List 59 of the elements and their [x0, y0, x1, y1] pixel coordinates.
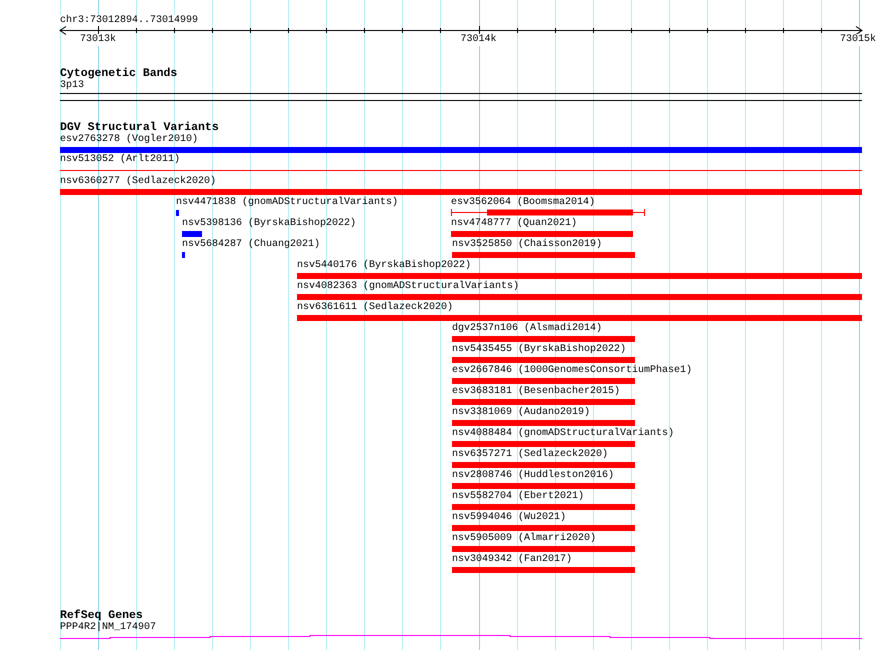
- variant-label: nsv5994046 (Wu2021): [452, 512, 566, 524]
- variant-label: nsv4088484 (gnomADStructuralVariants): [452, 428, 674, 440]
- track-title: DGV Structural Variants: [60, 121, 219, 134]
- variant-bar[interactable]: [452, 483, 635, 489]
- variant-label: nsv4471838 (gnomADStructuralVariants): [176, 197, 398, 209]
- variant-bar[interactable]: [452, 336, 635, 342]
- variant-label: nsv2808746 (Huddleston2016): [452, 470, 614, 482]
- track-title: RefSeq Genes: [60, 609, 143, 622]
- variant-bar[interactable]: [60, 147, 862, 153]
- variant-label: nsv5905009 (Almarri2020): [452, 533, 596, 545]
- variant-label: nsv3525850 (Chaisson2019): [452, 239, 602, 251]
- variant-label: nsv3381069 (Audano2019): [452, 407, 590, 419]
- variant-label: nsv5582704 (Ebert2021): [452, 491, 584, 503]
- variant-label: nsv6360277 (Sedlazeck2020): [60, 176, 216, 188]
- variant-bar[interactable]: [452, 378, 635, 384]
- band-line[interactable]: [60, 93, 862, 94]
- variant-bar[interactable]: [60, 189, 862, 195]
- variant-bar[interactable]: [182, 252, 185, 258]
- variant-label: esv3683181 (Besenbacher2015): [452, 386, 620, 398]
- gene-label: PPP4R2|NM_174907: [60, 622, 156, 634]
- gene-model-drawing[interactable]: [60, 635, 862, 639]
- ruler-tick-label: 73013k: [80, 34, 116, 46]
- variant-bar[interactable]: [297, 315, 862, 321]
- variant-label: nsv5398136 (ByrskaBishop2022): [182, 218, 356, 230]
- variant-label: nsv513052 (Arlt2011): [60, 154, 180, 166]
- variant-label: dgv2537n106 (Alsmadi2014): [452, 323, 602, 335]
- variant-line[interactable]: [60, 170, 862, 171]
- variant-bar[interactable]: [452, 399, 635, 405]
- variant-label: nsv4748777 (Quan2021): [451, 218, 578, 230]
- ruler-tick-label: 73014k: [460, 34, 497, 46]
- variant-label: nsv3049342 (Fan2017): [452, 554, 572, 566]
- variant-bar[interactable]: [452, 441, 635, 447]
- variant-label: esv2763278 (Vogler2010): [60, 134, 198, 146]
- ruler-tick-label: 73015k: [840, 34, 876, 46]
- variant-bar[interactable]: [182, 231, 202, 237]
- variant-bar[interactable]: [176, 210, 179, 216]
- variant-bar-with-whiskers[interactable]: [451, 209, 645, 216]
- variant-label: nsv6357271 (Sedlazeck2020): [452, 449, 608, 461]
- variant-label: nsv5684287 (Chuang2021): [182, 239, 320, 251]
- variant-label: nsv5435455 (ByrskaBishop2022): [452, 344, 626, 356]
- variant-bar[interactable]: [452, 252, 635, 258]
- variant-bar[interactable]: [451, 231, 633, 237]
- variant-bar[interactable]: [452, 567, 635, 573]
- variant-bar[interactable]: [452, 420, 635, 426]
- variant-bar[interactable]: [452, 462, 635, 468]
- variant-label: esv2667846 (1000GenomesConsortiumPhase1): [452, 365, 692, 377]
- variant-label: nsv5440176 (ByrskaBishop2022): [297, 260, 472, 272]
- band-label: 3p13: [60, 80, 84, 92]
- variant-bar[interactable]: [452, 357, 635, 363]
- variant-bar[interactable]: [297, 273, 862, 279]
- track-title: Cytogenetic Bands: [60, 67, 178, 80]
- variant-label: nsv6361611 (Sedlazeck2020): [297, 302, 454, 314]
- variant-bar[interactable]: [297, 294, 862, 300]
- variant-label: nsv4082363 (gnomADStructuralVariants): [297, 281, 520, 293]
- location-label: chr3:73012894..73014999: [60, 15, 198, 27]
- variant-bar[interactable]: [452, 525, 635, 531]
- variant-label: esv3562064 (Boomsma2014): [451, 197, 596, 209]
- variant-bar[interactable]: [452, 546, 635, 552]
- variant-bar[interactable]: [452, 504, 635, 510]
